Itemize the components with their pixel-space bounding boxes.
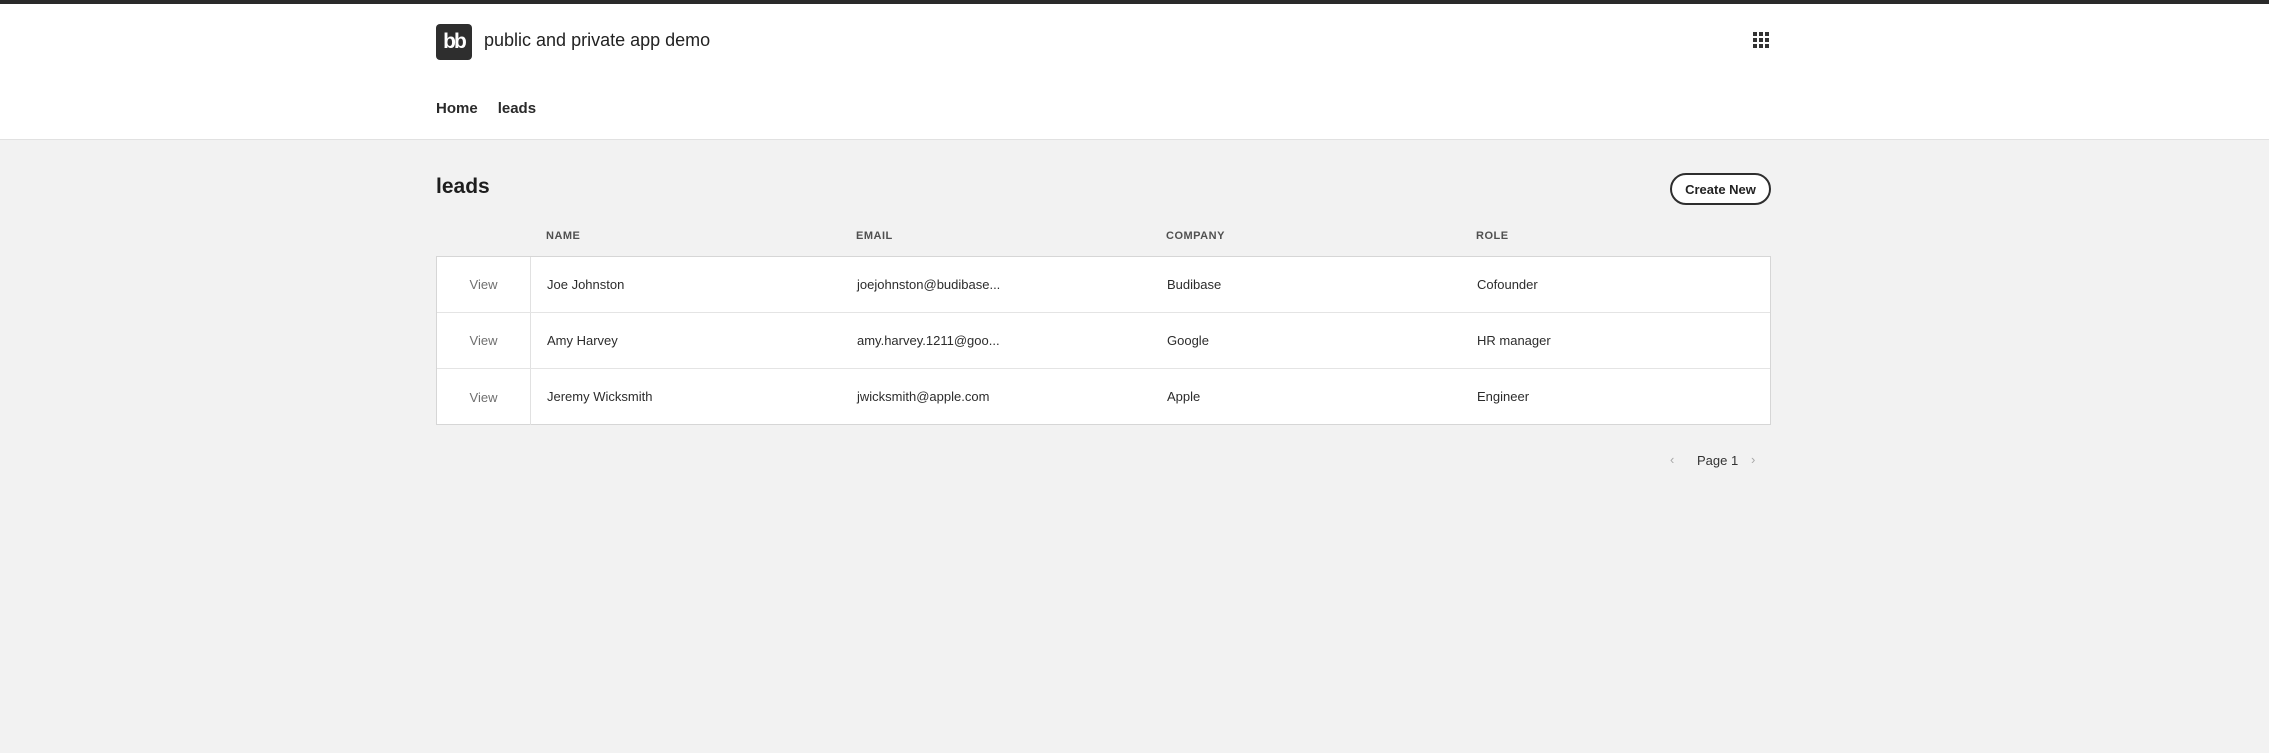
view-link[interactable]: View (437, 369, 531, 425)
cell-email: amy.harvey.1211@goo... (857, 333, 1000, 348)
table-row[interactable]: View Joe Johnston joejohnston@budibase..… (437, 257, 1770, 313)
cell-name: Joe Johnston (547, 277, 625, 292)
create-new-button[interactable]: Create New (1670, 173, 1771, 205)
table-header: NAME EMAIL COMPANY ROLE (436, 230, 1771, 258)
view-link[interactable]: View (437, 313, 531, 368)
chevron-left-icon[interactable]: ‹ (1670, 452, 1674, 467)
cell-role: Cofounder (1477, 277, 1538, 292)
apps-grid-icon[interactable] (1753, 32, 1769, 48)
cell-role: Engineer (1477, 389, 1530, 404)
app-title: public and private app demo (484, 30, 711, 50)
page-title: leads (436, 175, 490, 198)
cell-email: jwicksmith@apple.com (857, 389, 990, 404)
app-header: bb public and private app demo Home lead… (0, 4, 2269, 140)
column-header-name[interactable]: NAME (546, 230, 580, 242)
leads-table: View Joe Johnston joejohnston@budibase..… (436, 256, 1771, 425)
cell-name: Jeremy Wicksmith (547, 389, 653, 404)
column-header-company[interactable]: COMPANY (1166, 230, 1225, 242)
cell-role: HR manager (1477, 333, 1551, 348)
view-link[interactable]: View (437, 257, 531, 312)
column-header-role[interactable]: ROLE (1476, 230, 1509, 242)
top-nav: Home leads (436, 100, 536, 117)
cell-company: Apple (1167, 389, 1201, 404)
cell-email: joejohnston@budibase... (857, 277, 1001, 292)
page-indicator: Page 1 (1697, 453, 1739, 468)
table-row[interactable]: View Amy Harvey amy.harvey.1211@goo... G… (437, 313, 1770, 369)
column-header-email[interactable]: EMAIL (856, 230, 893, 242)
cell-company: Google (1167, 333, 1209, 348)
cell-name: Amy Harvey (547, 333, 618, 348)
chevron-right-icon[interactable]: › (1751, 452, 1755, 467)
nav-leads[interactable]: leads (498, 100, 536, 117)
nav-home[interactable]: Home (436, 100, 478, 117)
cell-company: Budibase (1167, 277, 1222, 292)
app-logo[interactable]: bb (436, 24, 472, 60)
pagination: ‹ Page 1 › (1670, 452, 1771, 472)
table-row[interactable]: View Jeremy Wicksmith jwicksmith@apple.c… (437, 369, 1770, 425)
